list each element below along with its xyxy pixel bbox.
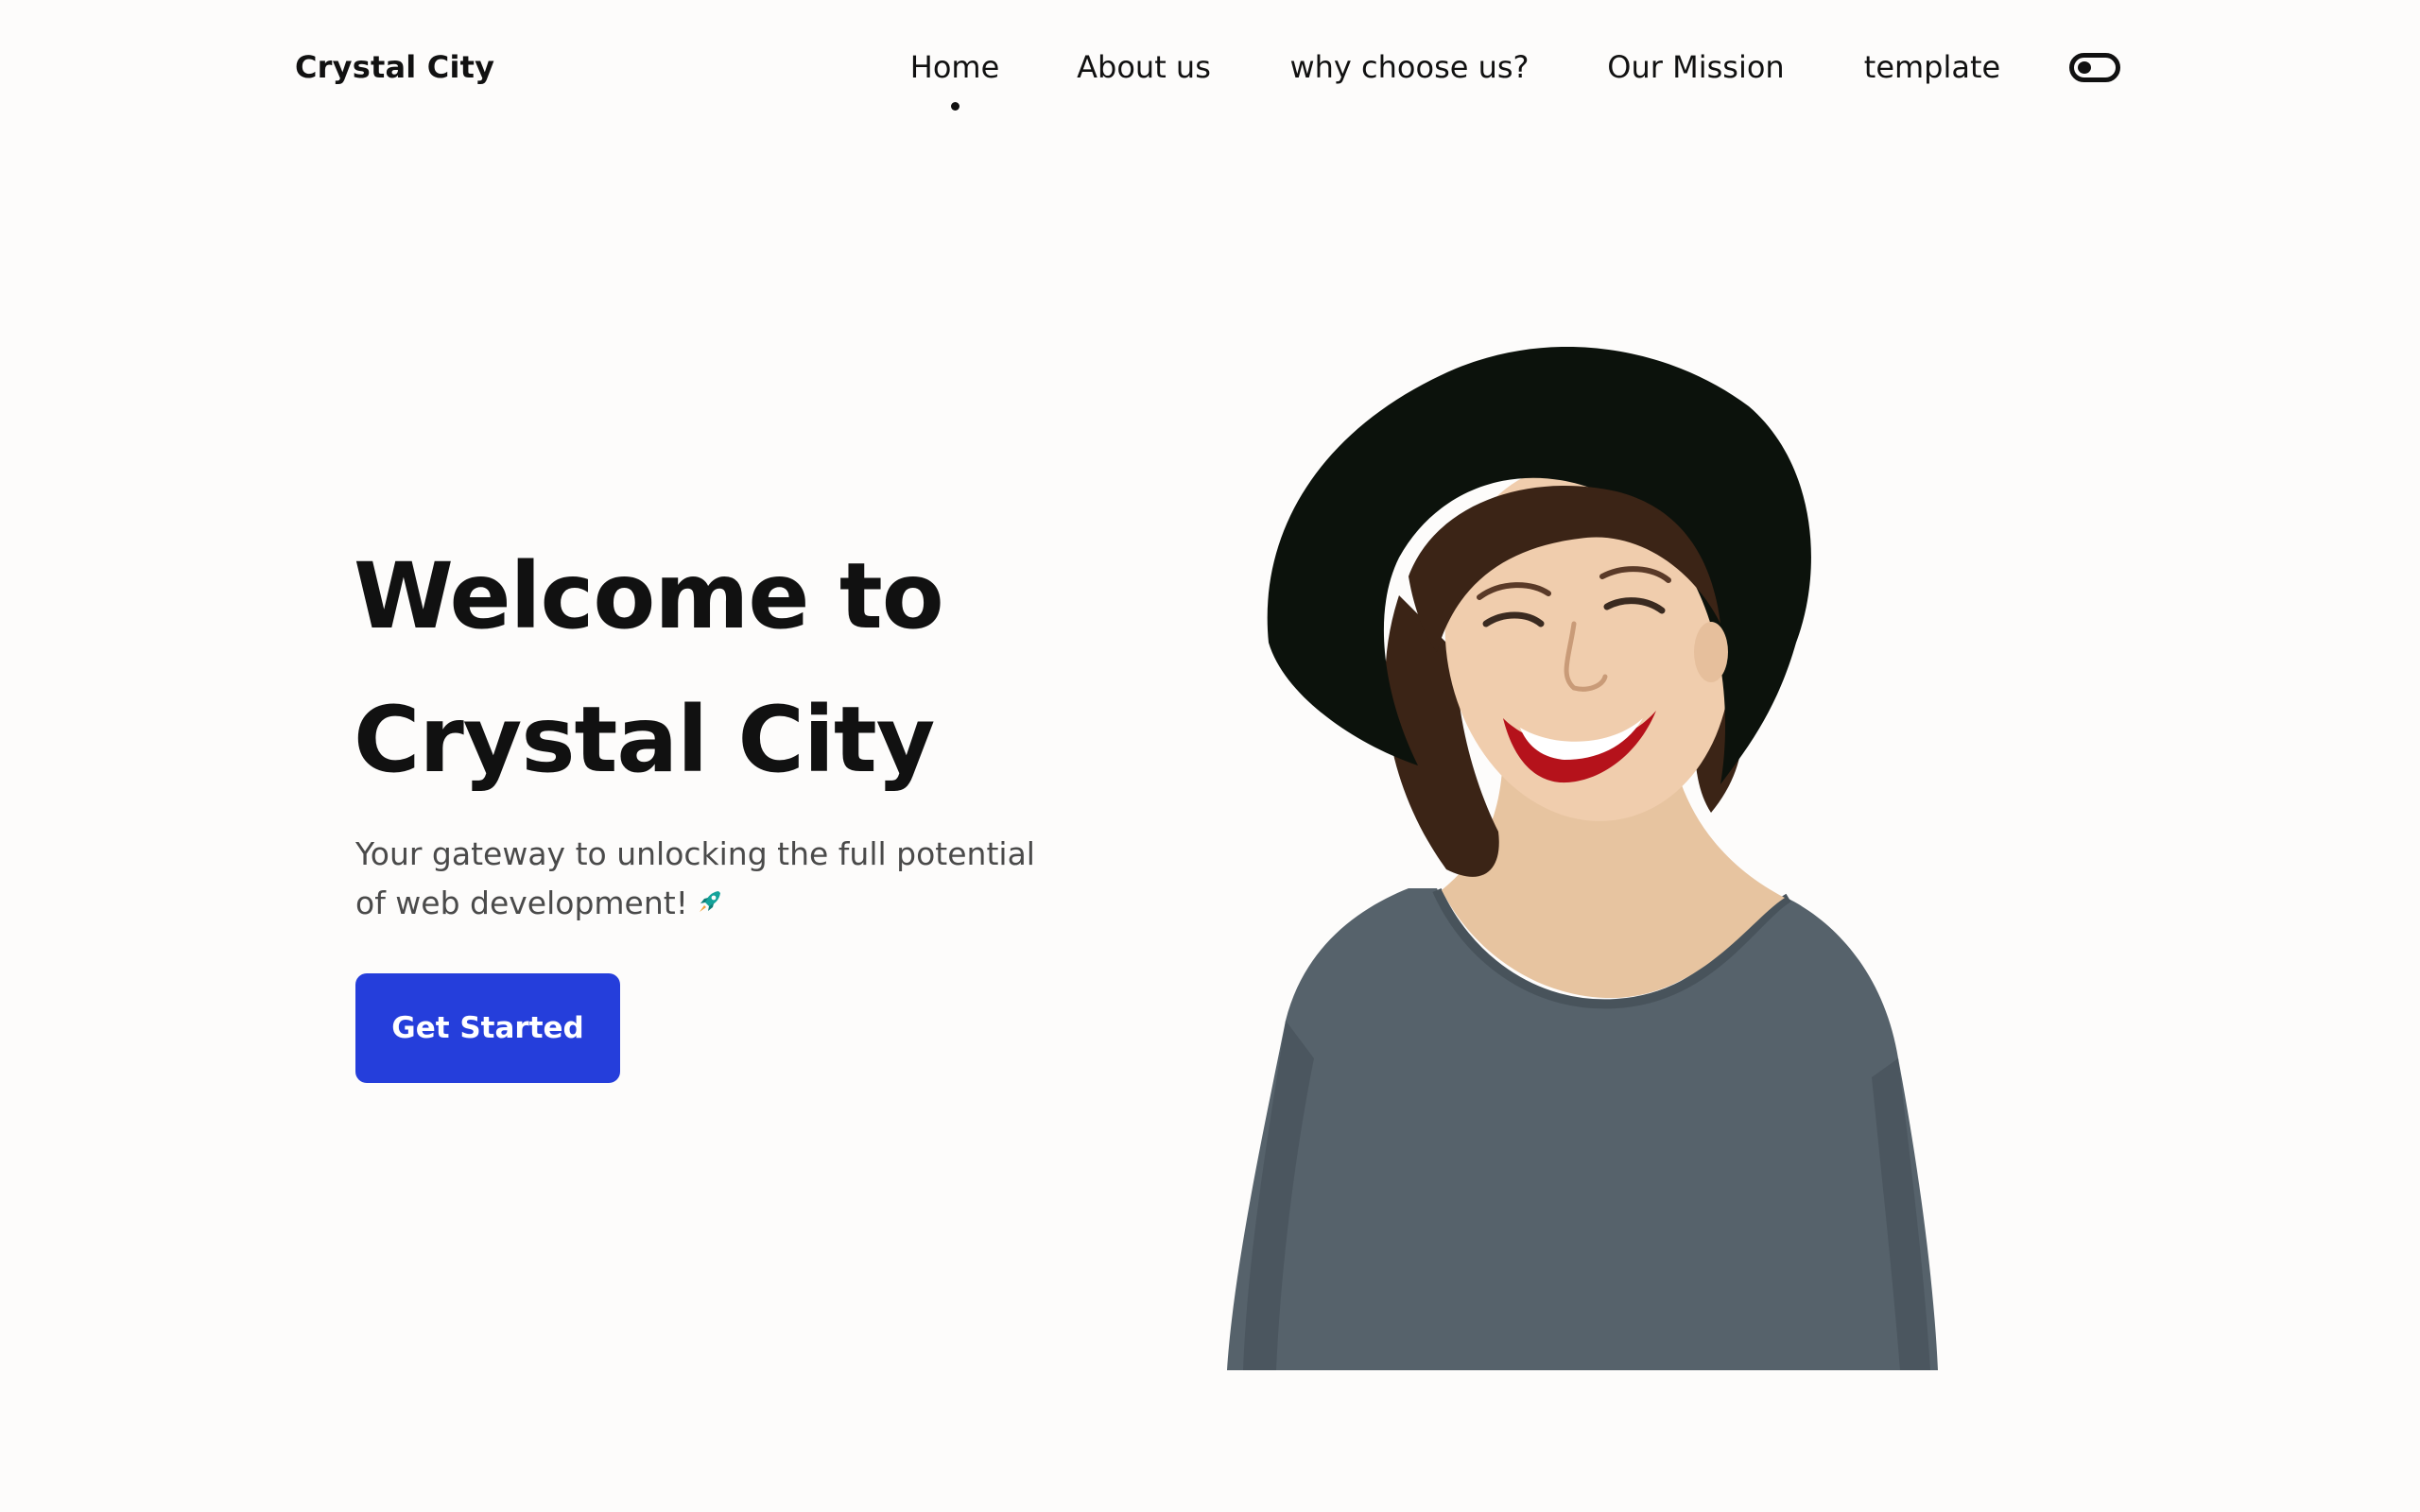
hero-title-line-1: Welcome to [354, 543, 944, 649]
theme-toggle-button[interactable] [2069, 53, 2120, 82]
nav-link-template[interactable]: template [1864, 46, 2000, 88]
get-started-button[interactable]: Get Started [355, 973, 620, 1083]
nav-link-our-mission[interactable]: Our Mission [1607, 46, 1784, 88]
toggle-icon [2078, 61, 2091, 74]
nav-link-why-choose-us[interactable]: why choose us? [1289, 46, 1529, 88]
nav-link-about-us[interactable]: About us [1077, 46, 1211, 88]
active-indicator-dot [951, 102, 959, 111]
nav-link-home[interactable]: Home [910, 46, 1000, 88]
logo-link[interactable]: Crystal City [295, 46, 494, 88]
rocket-icon [699, 891, 720, 912]
site-header: Crystal City Home About us why choose us… [0, 0, 2420, 132]
hero-subtitle: Your gateway to unlocking the full poten… [355, 830, 1036, 928]
hero-portrait-image [1227, 346, 1938, 1370]
hero-title: Welcome to Crystal City [354, 524, 944, 812]
hero-title-line-2: Crystal City [354, 687, 935, 793]
